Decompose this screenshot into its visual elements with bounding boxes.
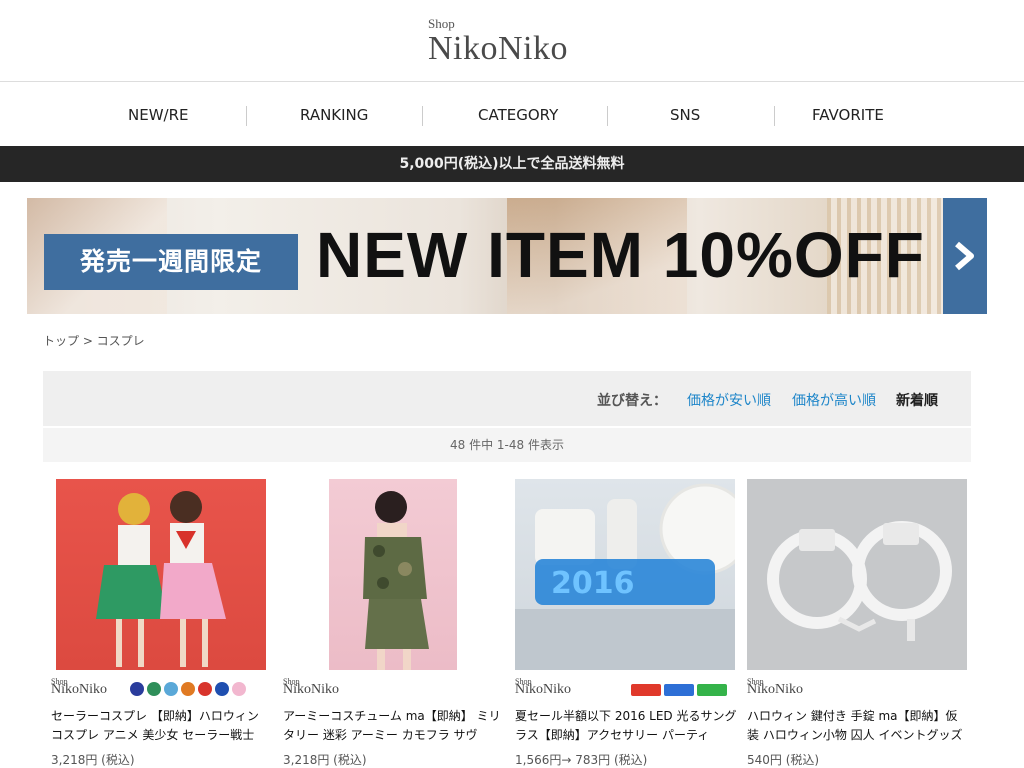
product-price: 3,218円 (税込)	[51, 753, 135, 767]
logo-brand-text: NikoNiko	[428, 30, 568, 67]
color-swatch[interactable]	[697, 684, 727, 696]
product-title[interactable]: アーミーコスチューム ma【即納】 ミリタリー 迷彩 アーミー カモフラ サヴ	[283, 707, 505, 745]
sort-price-desc[interactable]: 価格が高い順	[792, 390, 876, 410]
color-swatch[interactable]	[215, 682, 229, 696]
product-price: 3,218円 (税込)	[283, 753, 367, 767]
sort-newest[interactable]: 新着順	[896, 390, 938, 410]
color-swatch[interactable]	[147, 682, 161, 696]
nav-item-new[interactable]: NEW/RE	[128, 106, 188, 124]
color-swatches[interactable]	[130, 681, 249, 696]
nav-item-favorite[interactable]: FAVORITE	[812, 106, 884, 124]
brand-name-text: NikoNiko	[283, 682, 339, 697]
banner-tag: 発売一週間限定	[44, 234, 298, 290]
chevron-right-icon	[955, 241, 974, 271]
color-swatch[interactable]	[232, 682, 246, 696]
sort-label: 並び替え：	[597, 393, 667, 409]
color-swatch[interactable]	[181, 682, 195, 696]
color-swatch[interactable]	[631, 684, 661, 696]
product-image[interactable]	[56, 479, 266, 670]
product-image[interactable]	[329, 479, 457, 670]
main-nav: NEW/RE RANKING CATEGORY SNS FAVORITE	[70, 96, 950, 138]
brand-name-text: NikoNiko	[51, 682, 107, 697]
nav-divider	[422, 106, 423, 126]
sort-price-asc[interactable]: 価格が安い順	[687, 390, 771, 410]
color-swatch[interactable]	[664, 684, 694, 696]
result-count: 48 件中 1-48 件表示	[43, 428, 971, 462]
color-swatch[interactable]	[198, 682, 212, 696]
product-photo	[96, 491, 226, 667]
nav-divider	[774, 106, 775, 126]
nav-divider	[246, 106, 247, 126]
banner-headline: NEW ITEM 10%OFF	[316, 219, 925, 291]
product-image[interactable]	[747, 479, 967, 670]
sort-bar: 並び替え： 価格が安い順 価格が高い順 新着順	[43, 371, 971, 426]
brand-name-text: NikoNiko	[515, 682, 571, 697]
site-header: Shop NikoNiko	[0, 0, 1024, 82]
svg-text:2016: 2016	[551, 566, 635, 601]
brand-name-text: NikoNiko	[747, 682, 803, 697]
nav-item-ranking[interactable]: RANKING	[300, 106, 368, 124]
nav-divider	[607, 106, 608, 126]
color-variants[interactable]	[631, 681, 730, 696]
product-photo	[363, 491, 429, 670]
product-title[interactable]: ハロウィン 鍵付き 手錠 ma【即納】仮装 ハロウィン小物 囚人 イベントグッズ	[747, 707, 969, 745]
product-title[interactable]: セーラーコスプレ 【即納】ハロウィン コスプレ アニメ 美少女 セーラー戦士	[51, 707, 273, 745]
product-photo	[767, 521, 952, 641]
banner-next-button[interactable]	[943, 198, 987, 314]
product-price: 1,566円→ 783円 (税込)	[515, 753, 648, 767]
product-image[interactable]: 2016	[515, 479, 735, 670]
nav-item-sns[interactable]: SNS	[670, 106, 700, 124]
color-swatch[interactable]	[164, 682, 178, 696]
promo-banner[interactable]: 発売一週間限定 NEW ITEM 10%OFF	[27, 198, 987, 314]
free-shipping-notice: 5,000円(税込)以上で全品送料無料	[0, 146, 1024, 182]
breadcrumb[interactable]: トップ > コスプレ	[43, 332, 145, 349]
product-photo: 2016	[515, 483, 735, 670]
nav-item-category[interactable]: CATEGORY	[478, 106, 558, 124]
product-title[interactable]: 夏セール半額以下 2016 LED 光るサングラス【即納】アクセサリー パーティ	[515, 707, 737, 745]
product-price: 540円 (税込)	[747, 753, 820, 767]
color-swatch[interactable]	[130, 682, 144, 696]
